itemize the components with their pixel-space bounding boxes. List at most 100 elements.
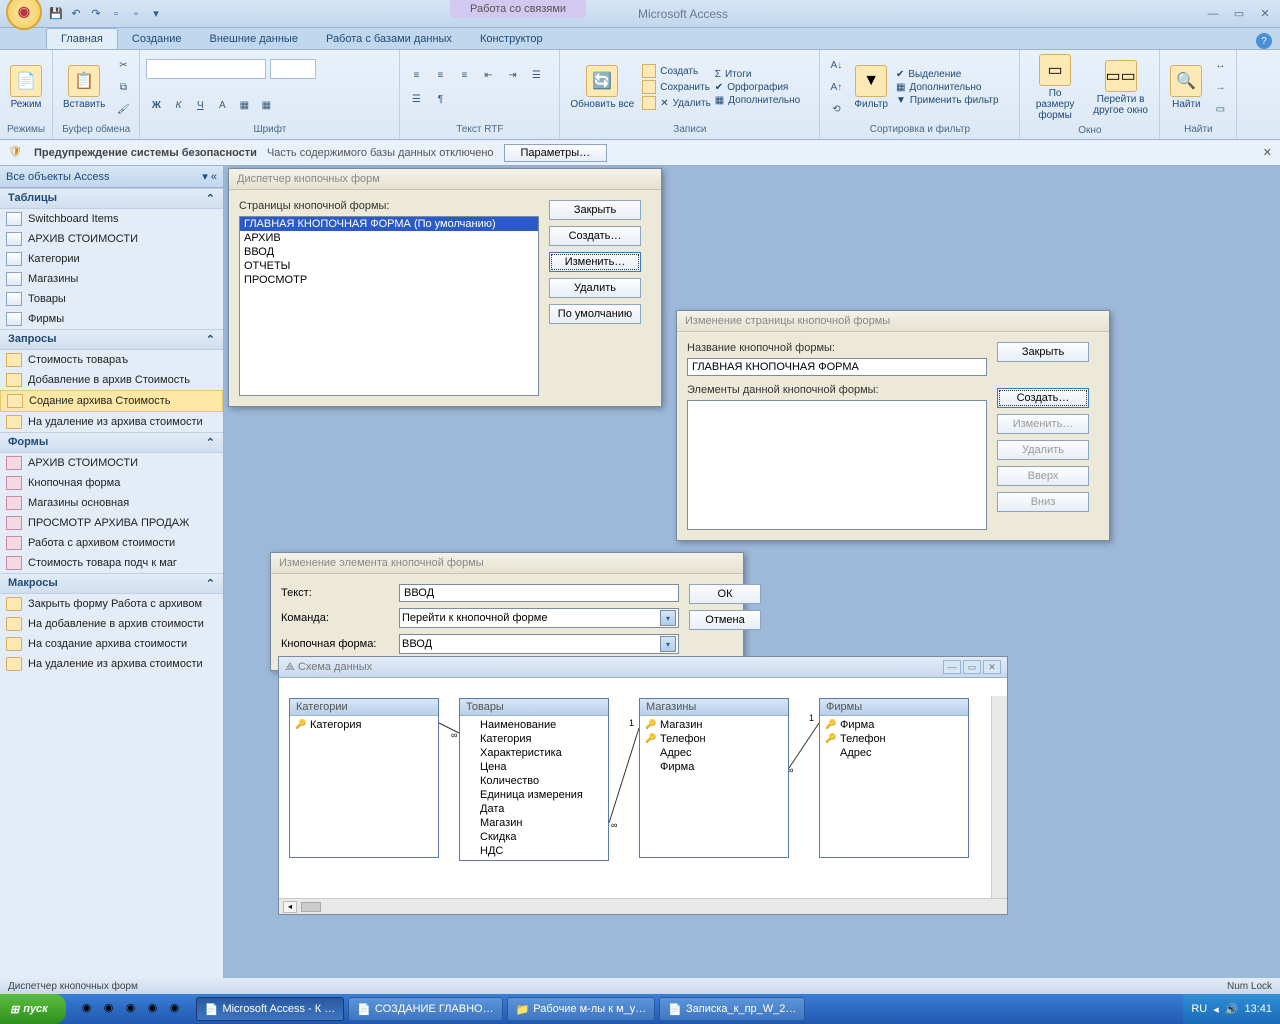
minimize-icon[interactable]: — (943, 660, 961, 674)
nav-group-forms[interactable]: Формы⌃ (0, 432, 223, 453)
nav-macro-item[interactable]: На создание архива стоимости (0, 634, 223, 654)
quicklaunch-icon[interactable]: ◉ (82, 1001, 98, 1017)
form-combobox[interactable]: ВВОД▾ (399, 634, 679, 654)
close-icon[interactable]: ✕ (1254, 6, 1276, 22)
delete-record-button[interactable]: ✕ Удалить (642, 96, 711, 110)
spelling-button[interactable]: ✔ Орфография (715, 82, 800, 93)
new-button[interactable]: Создать… (997, 388, 1089, 408)
tab-home[interactable]: Главная (46, 28, 118, 49)
help-icon[interactable]: ? (1256, 33, 1272, 49)
nav-query-item[interactable]: На удаление из архива стоимости (0, 412, 223, 432)
cancel-button[interactable]: Отмена (689, 610, 761, 630)
clock[interactable]: 13:41 (1244, 1003, 1272, 1015)
qat-dropdown-icon[interactable]: ▾ (148, 6, 164, 22)
goto-icon[interactable]: → (1210, 77, 1230, 97)
maximize-icon[interactable]: ▭ (963, 660, 981, 674)
selection-filter-button[interactable]: ✔ Выделение (896, 69, 999, 80)
nav-group-tables[interactable]: Таблицы⌃ (0, 188, 223, 209)
tray-icon[interactable]: ◂ (1213, 1003, 1219, 1016)
minimize-icon[interactable]: — (1202, 6, 1224, 22)
items-listbox[interactable] (687, 400, 987, 530)
list-item[interactable]: ОТЧЕТЫ (240, 259, 538, 273)
quicklaunch-icon[interactable]: ◉ (104, 1001, 120, 1017)
taskbar-item[interactable]: 📄 СОЗДАНИЕ ГЛАВНО… (348, 997, 502, 1021)
sort-asc-icon[interactable]: A↓ (826, 55, 846, 75)
command-combobox[interactable]: Перейти к кнопочной форме▾ (399, 608, 679, 628)
schema-table[interactable]: Фирмы Фирма Телефон Адрес (819, 698, 969, 858)
language-indicator[interactable]: RU (1191, 1003, 1207, 1015)
view-button[interactable]: 📄Режим (6, 63, 46, 112)
tab-external[interactable]: Внешние данные (196, 29, 312, 49)
edit-button[interactable]: Изменить… (549, 252, 641, 272)
new-button[interactable]: Создать… (549, 226, 641, 246)
font-color-icon[interactable]: A (212, 96, 232, 116)
nav-form-item[interactable]: Кнопочная форма (0, 473, 223, 493)
indent-increase-icon[interactable]: ⇥ (502, 65, 522, 85)
cut-icon[interactable]: ✂ (113, 55, 133, 75)
ok-button[interactable]: ОК (689, 584, 761, 604)
nav-table-item[interactable]: Категории (0, 249, 223, 269)
schema-table[interactable]: Магазины Магазин Телефон Адрес Фирма (639, 698, 789, 858)
down-button[interactable]: Вниз (997, 492, 1089, 512)
fill-color-icon[interactable]: ▦ (234, 96, 254, 116)
bullets-icon[interactable]: ☰ (526, 65, 546, 85)
switch-window-button[interactable]: ▭▭Перейти в другое окно (1088, 58, 1154, 118)
qat-icon[interactable]: ▫ (128, 6, 144, 22)
undo-icon[interactable]: ↶ (68, 6, 84, 22)
nav-macro-item[interactable]: Закрыть форму Работа с архивом (0, 594, 223, 614)
nav-form-item[interactable]: ПРОСМОТР АРХИВА ПРОДАЖ (0, 513, 223, 533)
list-item[interactable]: АРХИВ (240, 231, 538, 245)
filter-button[interactable]: ▼Фильтр (850, 63, 892, 112)
clear-sort-icon[interactable]: ⟲ (826, 99, 846, 119)
page-name-input[interactable] (687, 358, 987, 376)
gridlines-icon[interactable]: ▦ (256, 96, 276, 116)
edit-button[interactable]: Изменить… (997, 414, 1089, 434)
paintbrush-icon[interactable]: 🖌 (113, 99, 133, 119)
advanced-filter-button[interactable]: ▦ Дополнительно (896, 82, 999, 93)
list-item[interactable]: ПРОСМОТР (240, 273, 538, 287)
nav-group-queries[interactable]: Запросы⌃ (0, 329, 223, 350)
quicklaunch-icon[interactable]: ◉ (170, 1001, 186, 1017)
numbering-icon[interactable]: ☰ (406, 89, 426, 109)
pages-listbox[interactable]: ГЛАВНАЯ КНОПОЧНАЯ ФОРМА (По умолчанию) А… (239, 216, 539, 396)
nav-form-item[interactable]: Работа с архивом стоимости (0, 533, 223, 553)
nav-table-item[interactable]: АРХИВ СТОИМОСТИ (0, 229, 223, 249)
tab-create[interactable]: Создание (118, 29, 196, 49)
taskbar-item[interactable]: 📄 Microsoft Access - К … (196, 997, 344, 1021)
qat-icon[interactable]: ▫ (108, 6, 124, 22)
italic-icon[interactable]: К (168, 96, 188, 116)
indent-decrease-icon[interactable]: ⇤ (478, 65, 498, 85)
paste-button[interactable]: 📋Вставить (59, 63, 109, 112)
tab-design[interactable]: Конструктор (466, 29, 557, 49)
tray-icon[interactable]: 🔊 (1225, 1003, 1239, 1016)
quicklaunch-icon[interactable]: ◉ (126, 1001, 142, 1017)
close-button[interactable]: Закрыть (549, 200, 641, 220)
tab-database[interactable]: Работа с базами данных (312, 29, 466, 49)
redo-icon[interactable]: ↷ (88, 6, 104, 22)
schema-canvas[interactable]: 1∞ 1∞ 1∞ Категории Категория Товары Наим… (279, 678, 1007, 898)
nav-table-item[interactable]: Товары (0, 289, 223, 309)
chevron-down-icon[interactable]: ▾ « (202, 170, 217, 183)
align-right-icon[interactable]: ≡ (454, 65, 474, 85)
nav-form-item[interactable]: Стоимость товара подч к маг (0, 553, 223, 573)
save-record-button[interactable]: Сохранить (642, 80, 711, 94)
copy-icon[interactable]: ⧉ (113, 77, 133, 97)
default-button[interactable]: По умолчанию (549, 304, 641, 324)
quicklaunch-icon[interactable]: ◉ (148, 1001, 164, 1017)
nav-query-item[interactable]: Содание архива Стоимость (0, 390, 223, 412)
schema-table[interactable]: Товары Наименование Категория Характерис… (459, 698, 609, 861)
up-button[interactable]: Вверх (997, 466, 1089, 486)
save-icon[interactable]: 💾 (48, 6, 64, 22)
taskbar-item[interactable]: 📁 Рабочие м-лы к м_у… (507, 997, 656, 1021)
new-record-button[interactable]: Создать (642, 64, 711, 78)
close-icon[interactable]: ✕ (983, 660, 1001, 674)
nav-table-item[interactable]: Фирмы (0, 309, 223, 329)
replace-icon[interactable]: ↔ (1210, 55, 1230, 75)
delete-button[interactable]: Удалить (549, 278, 641, 298)
start-button[interactable]: ⊞пуск (0, 994, 66, 1024)
align-left-icon[interactable]: ≡ (406, 65, 426, 85)
select-icon[interactable]: ▭ (1210, 99, 1230, 119)
taskbar-item[interactable]: 📄 Записка_к_пр_W_2… (659, 997, 805, 1021)
list-item[interactable]: ВВОД (240, 245, 538, 259)
underline-icon[interactable]: Ч (190, 96, 210, 116)
